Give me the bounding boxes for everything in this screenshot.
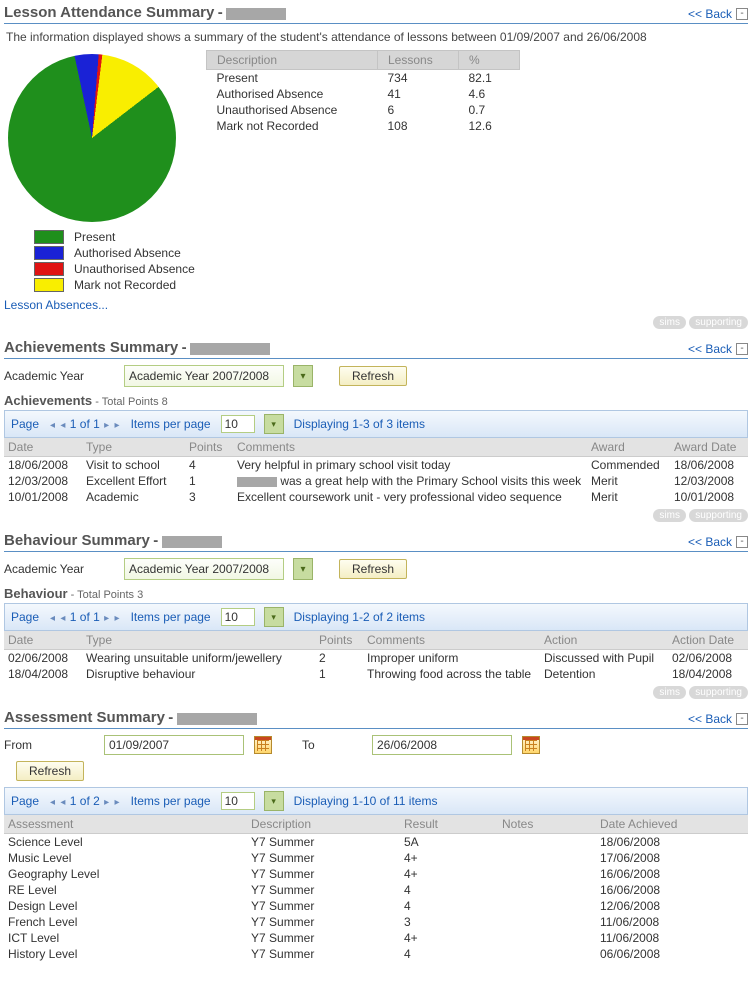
table-row: 18/06/2008Visit to school4Very helpful i…	[4, 457, 748, 474]
refresh-button[interactable]: Refresh	[339, 559, 407, 579]
chevron-down-icon[interactable]: ▾	[264, 791, 284, 811]
collapse-icon[interactable]: -	[736, 536, 748, 548]
redacted-name	[226, 8, 286, 20]
legend-item: Unauthorised Absence	[34, 262, 748, 276]
back-link[interactable]: << Back -	[688, 712, 748, 726]
academic-year-select[interactable]: Academic Year 2007/2008	[124, 558, 284, 580]
lesson-absences-link[interactable]: Lesson Absences...	[4, 298, 748, 312]
collapse-icon[interactable]: -	[736, 713, 748, 725]
behaviour-pager: Page ◂ ◂ 1 of 1 ▸ ▸ Items per page 10▾ D…	[4, 603, 748, 631]
assessment-grid: Assessment Description Result Notes Date…	[4, 815, 748, 962]
calendar-icon[interactable]	[254, 736, 272, 754]
table-row: Music LevelY7 Summer4+17/06/2008	[4, 850, 748, 866]
behaviour-subtitle: Behaviour - Total Points 3	[4, 586, 748, 601]
table-row: Geography LevelY7 Summer4+16/06/2008	[4, 866, 748, 882]
calendar-icon[interactable]	[522, 736, 540, 754]
behaviour-section: Behaviour Summary - << Back - Academic Y…	[4, 532, 748, 699]
table-row: 12/03/2008Excellent Effort1 was a great …	[4, 473, 748, 489]
assessment-section: Assessment Summary - << Back - From 01/0…	[4, 709, 748, 962]
table-row: 02/06/2008Wearing unsuitable uniform/jew…	[4, 650, 748, 667]
table-row: 18/04/2008Disruptive behaviour1Throwing …	[4, 666, 748, 682]
behaviour-grid: Date Type Points Comments Action Action …	[4, 631, 748, 682]
footer-badge: sims supporting	[4, 507, 748, 522]
chevron-down-icon[interactable]: ▾	[264, 607, 284, 627]
attendance-header: Lesson Attendance Summary - << Back -	[4, 4, 748, 24]
to-date-input[interactable]: 26/06/2008	[372, 735, 512, 755]
redacted-name	[190, 343, 270, 355]
achievements-title: Achievements Summary	[4, 339, 178, 356]
prev-page-icon[interactable]: ◂	[59, 613, 66, 624]
academic-year-select[interactable]: Academic Year 2007/2008	[124, 365, 284, 387]
table-row: ICT LevelY7 Summer4+11/06/2008	[4, 930, 748, 946]
prev-page-icon[interactable]: ◂	[59, 420, 66, 431]
first-page-icon[interactable]: ◂	[49, 420, 56, 431]
table-row: Present73482.1	[207, 70, 520, 87]
next-page-icon[interactable]: ▸	[103, 797, 110, 808]
chevron-down-icon[interactable]: ▾	[293, 365, 313, 387]
table-row: History LevelY7 Summer406/06/2008	[4, 946, 748, 962]
last-page-icon[interactable]: ▸	[114, 420, 121, 431]
back-link[interactable]: << Back -	[688, 535, 748, 549]
last-page-icon[interactable]: ▸	[114, 797, 121, 808]
last-page-icon[interactable]: ▸	[114, 613, 121, 624]
legend-item: Mark not Recorded	[34, 278, 748, 292]
from-label: From	[4, 738, 94, 752]
achievements-pager: Page ◂ ◂ 1 of 1 ▸ ▸ Items per page 10▾ D…	[4, 410, 748, 438]
achievements-subtitle: Achievements - Total Points 8	[4, 393, 748, 408]
items-per-page-input[interactable]: 10	[221, 415, 255, 433]
chevron-down-icon[interactable]: ▾	[293, 558, 313, 580]
attendance-title: Lesson Attendance Summary	[4, 4, 214, 21]
assessment-pager: Page ◂ ◂ 1 of 2 ▸ ▸ Items per page 10▾ D…	[4, 787, 748, 815]
table-row: 10/01/2008Academic3Excellent coursework …	[4, 489, 748, 505]
achievements-grid: Date Type Points Comments Award Award Da…	[4, 438, 748, 505]
items-per-page-input[interactable]: 10	[221, 608, 255, 626]
redacted-name	[177, 713, 257, 725]
attendance-section: Lesson Attendance Summary - << Back - Th…	[4, 4, 748, 329]
attendance-legend: Present Authorised Absence Unauthorised Ab…	[4, 230, 748, 292]
legend-item: Authorised Absence	[34, 246, 748, 260]
attendance-table: Description Lessons % Present73482.1Auth…	[206, 50, 520, 134]
attendance-info: The information displayed shows a summar…	[6, 30, 746, 44]
table-row: Mark not Recorded10812.6	[207, 118, 520, 134]
legend-item: Present	[34, 230, 748, 244]
attendance-pie-chart	[8, 54, 176, 222]
table-row: Authorised Absence414.6	[207, 86, 520, 102]
to-label: To	[302, 738, 362, 752]
footer-badge: sims supporting	[4, 314, 748, 329]
back-link[interactable]: << Back -	[688, 342, 748, 356]
next-page-icon[interactable]: ▸	[103, 420, 110, 431]
refresh-button[interactable]: Refresh	[339, 366, 407, 386]
academic-year-label: Academic Year	[4, 369, 114, 383]
assessment-title: Assessment Summary	[4, 709, 165, 726]
table-row: Unauthorised Absence60.7	[207, 102, 520, 118]
next-page-icon[interactable]: ▸	[103, 613, 110, 624]
achievements-section: Achievements Summary - << Back - Academi…	[4, 339, 748, 522]
refresh-button[interactable]: Refresh	[16, 761, 84, 781]
footer-badge: sims supporting	[4, 684, 748, 699]
table-row: RE LevelY7 Summer416/06/2008	[4, 882, 748, 898]
collapse-icon[interactable]: -	[736, 8, 748, 20]
chevron-down-icon[interactable]: ▾	[264, 414, 284, 434]
behaviour-title: Behaviour Summary	[4, 532, 150, 549]
table-row: Design LevelY7 Summer412/06/2008	[4, 898, 748, 914]
academic-year-label: Academic Year	[4, 562, 114, 576]
first-page-icon[interactable]: ◂	[49, 797, 56, 808]
table-row: Science LevelY7 Summer5A18/06/2008	[4, 834, 748, 851]
first-page-icon[interactable]: ◂	[49, 613, 56, 624]
back-link[interactable]: << Back -	[688, 7, 748, 21]
collapse-icon[interactable]: -	[736, 343, 748, 355]
items-per-page-input[interactable]: 10	[221, 792, 255, 810]
table-row: French LevelY7 Summer311/06/2008	[4, 914, 748, 930]
from-date-input[interactable]: 01/09/2007	[104, 735, 244, 755]
redacted-name	[162, 536, 222, 548]
prev-page-icon[interactable]: ◂	[59, 797, 66, 808]
